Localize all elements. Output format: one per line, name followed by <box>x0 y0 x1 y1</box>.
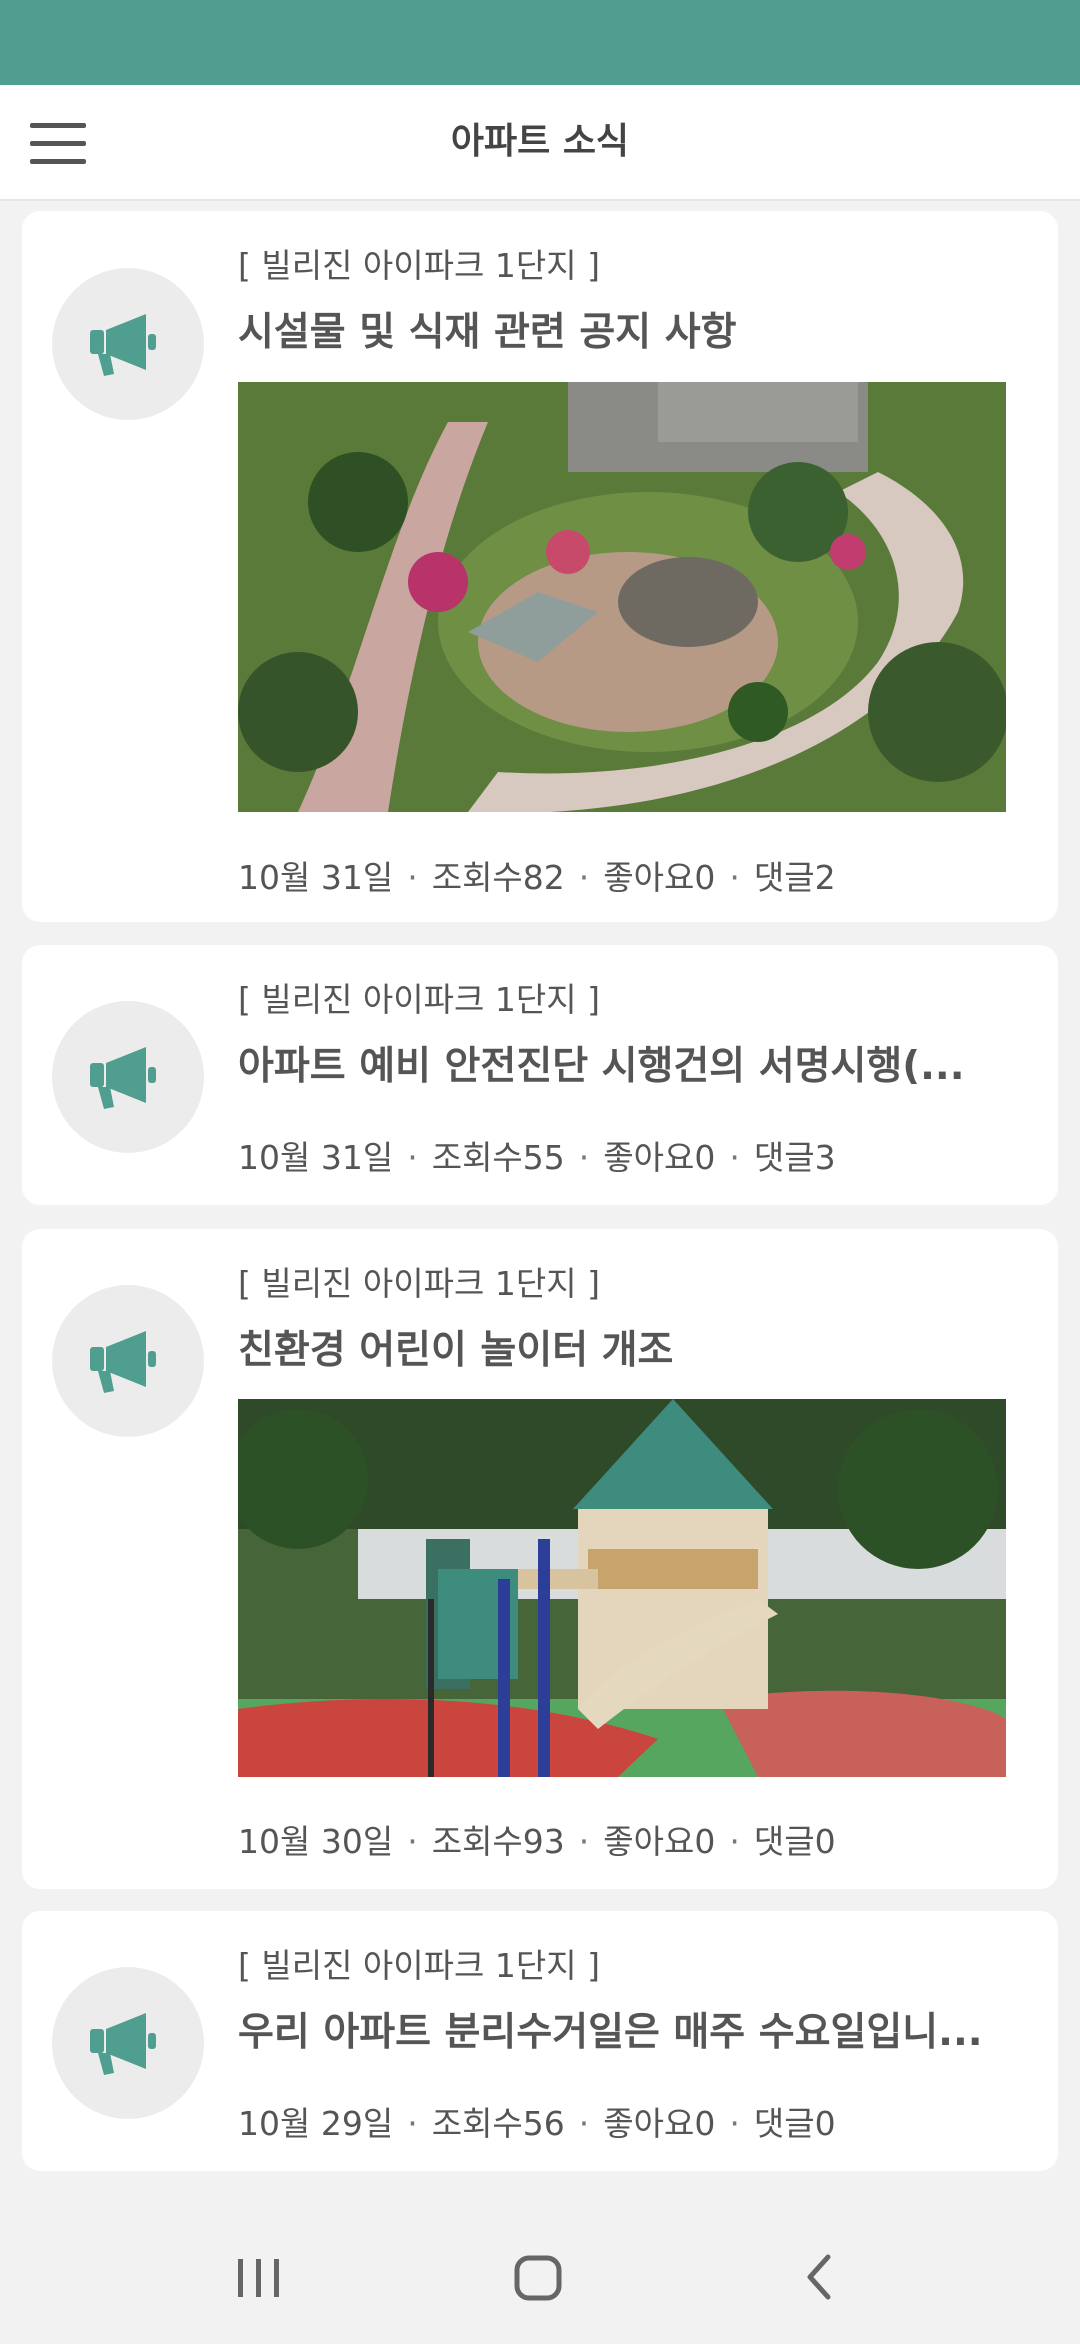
post-icon-circle <box>52 1967 204 2119</box>
complex-name: [ 빌리진 아이파크 1단지 ] <box>238 246 600 285</box>
like-count: 좋아요0 <box>603 1822 716 1861</box>
complex-name: [ 빌리진 아이파크 1단지 ] <box>238 1946 600 1985</box>
post-meta: 10월 31일 · 조회수55 · 좋아요0 · 댓글3 <box>238 1131 836 1179</box>
system-nav-bar <box>0 2213 1080 2340</box>
separator: · <box>407 1138 418 1177</box>
view-count: 조회수56 <box>431 2104 565 2143</box>
hamburger-menu-icon[interactable] <box>30 123 86 165</box>
post-card[interactable]: [ 빌리진 아이파크 1단지 ] 친환경 어린이 놀이터 개조 10월 30일 ·… <box>22 1229 1058 1889</box>
post-image[interactable] <box>238 1399 1006 1777</box>
recent-apps-button[interactable] <box>198 2213 318 2340</box>
post-icon-circle <box>52 268 204 420</box>
post-card[interactable]: [ 빌리진 아이파크 1단지 ] 우리 아파트 분리수거일은 매주 수요일입니.… <box>22 1911 1058 2171</box>
comment-count: 댓글0 <box>753 2104 836 2143</box>
megaphone-icon <box>90 1331 156 1393</box>
separator: · <box>578 858 590 897</box>
page-title: 아파트 소식 <box>450 121 630 162</box>
separator: · <box>729 1138 740 1177</box>
app-bar: 아파트 소식 <box>0 85 1080 201</box>
post-icon-circle <box>52 1001 204 1153</box>
recent-apps-icon <box>238 2259 279 2297</box>
playground-photo <box>238 1399 1006 1777</box>
separator: · <box>729 1822 740 1861</box>
post-meta: 10월 31일 · 조회수82 · 좋아요0 · 댓글2 <box>238 851 836 899</box>
post-title[interactable]: 아파트 예비 안전진단 시행건의 서명시행(... <box>238 1035 1018 1091</box>
post-card[interactable]: [ 빌리진 아이파크 1단지 ] 아파트 예비 안전진단 시행건의 서명시행(.… <box>22 945 1058 1205</box>
post-date: 10월 31일 <box>238 1138 394 1177</box>
separator: · <box>578 1138 590 1177</box>
separator: · <box>407 1822 418 1861</box>
post-meta: 10월 30일 · 조회수93 · 좋아요0 · 댓글0 <box>238 1815 836 1863</box>
home-icon <box>514 2255 562 2301</box>
back-button[interactable] <box>758 2213 878 2340</box>
view-count: 조회수82 <box>431 858 565 897</box>
complex-name: [ 빌리진 아이파크 1단지 ] <box>238 1264 600 1303</box>
status-bar <box>0 0 1080 85</box>
megaphone-icon <box>90 314 156 376</box>
post-icon-circle <box>52 1285 204 1437</box>
post-meta: 10월 29일 · 조회수56 · 좋아요0 · 댓글0 <box>238 2097 836 2145</box>
like-count: 좋아요0 <box>603 1138 716 1177</box>
post-date: 10월 29일 <box>238 2104 394 2143</box>
separator: · <box>578 1822 590 1861</box>
post-image[interactable] <box>238 382 1006 812</box>
home-button[interactable] <box>478 2213 598 2340</box>
back-icon <box>807 2254 831 2300</box>
separator: · <box>578 2104 590 2143</box>
post-title[interactable]: 우리 아파트 분리수거일은 매주 수요일입니... <box>238 2001 1018 2057</box>
separator: · <box>729 2104 740 2143</box>
megaphone-icon <box>90 2013 156 2075</box>
like-count: 좋아요0 <box>603 858 716 897</box>
post-card[interactable]: [ 빌리진 아이파크 1단지 ] 시설물 및 식재 관련 공지 사항 10월 3… <box>22 211 1058 922</box>
comment-count: 댓글2 <box>753 858 836 897</box>
post-title[interactable]: 친환경 어린이 놀이터 개조 <box>238 1319 1018 1375</box>
like-count: 좋아요0 <box>603 2104 716 2143</box>
separator: · <box>407 2104 418 2143</box>
view-count: 조회수55 <box>431 1138 565 1177</box>
separator: · <box>407 858 418 897</box>
garden-fountain-photo <box>238 382 1006 812</box>
comment-count: 댓글3 <box>753 1138 836 1177</box>
post-title[interactable]: 시설물 및 식재 관련 공지 사항 <box>238 301 1018 357</box>
comment-count: 댓글0 <box>753 1822 836 1861</box>
megaphone-icon <box>90 1047 156 1109</box>
post-date: 10월 30일 <box>238 1822 394 1861</box>
complex-name: [ 빌리진 아이파크 1단지 ] <box>238 980 600 1019</box>
view-count: 조회수93 <box>431 1822 565 1861</box>
separator: · <box>729 858 740 897</box>
post-date: 10월 31일 <box>238 858 394 897</box>
